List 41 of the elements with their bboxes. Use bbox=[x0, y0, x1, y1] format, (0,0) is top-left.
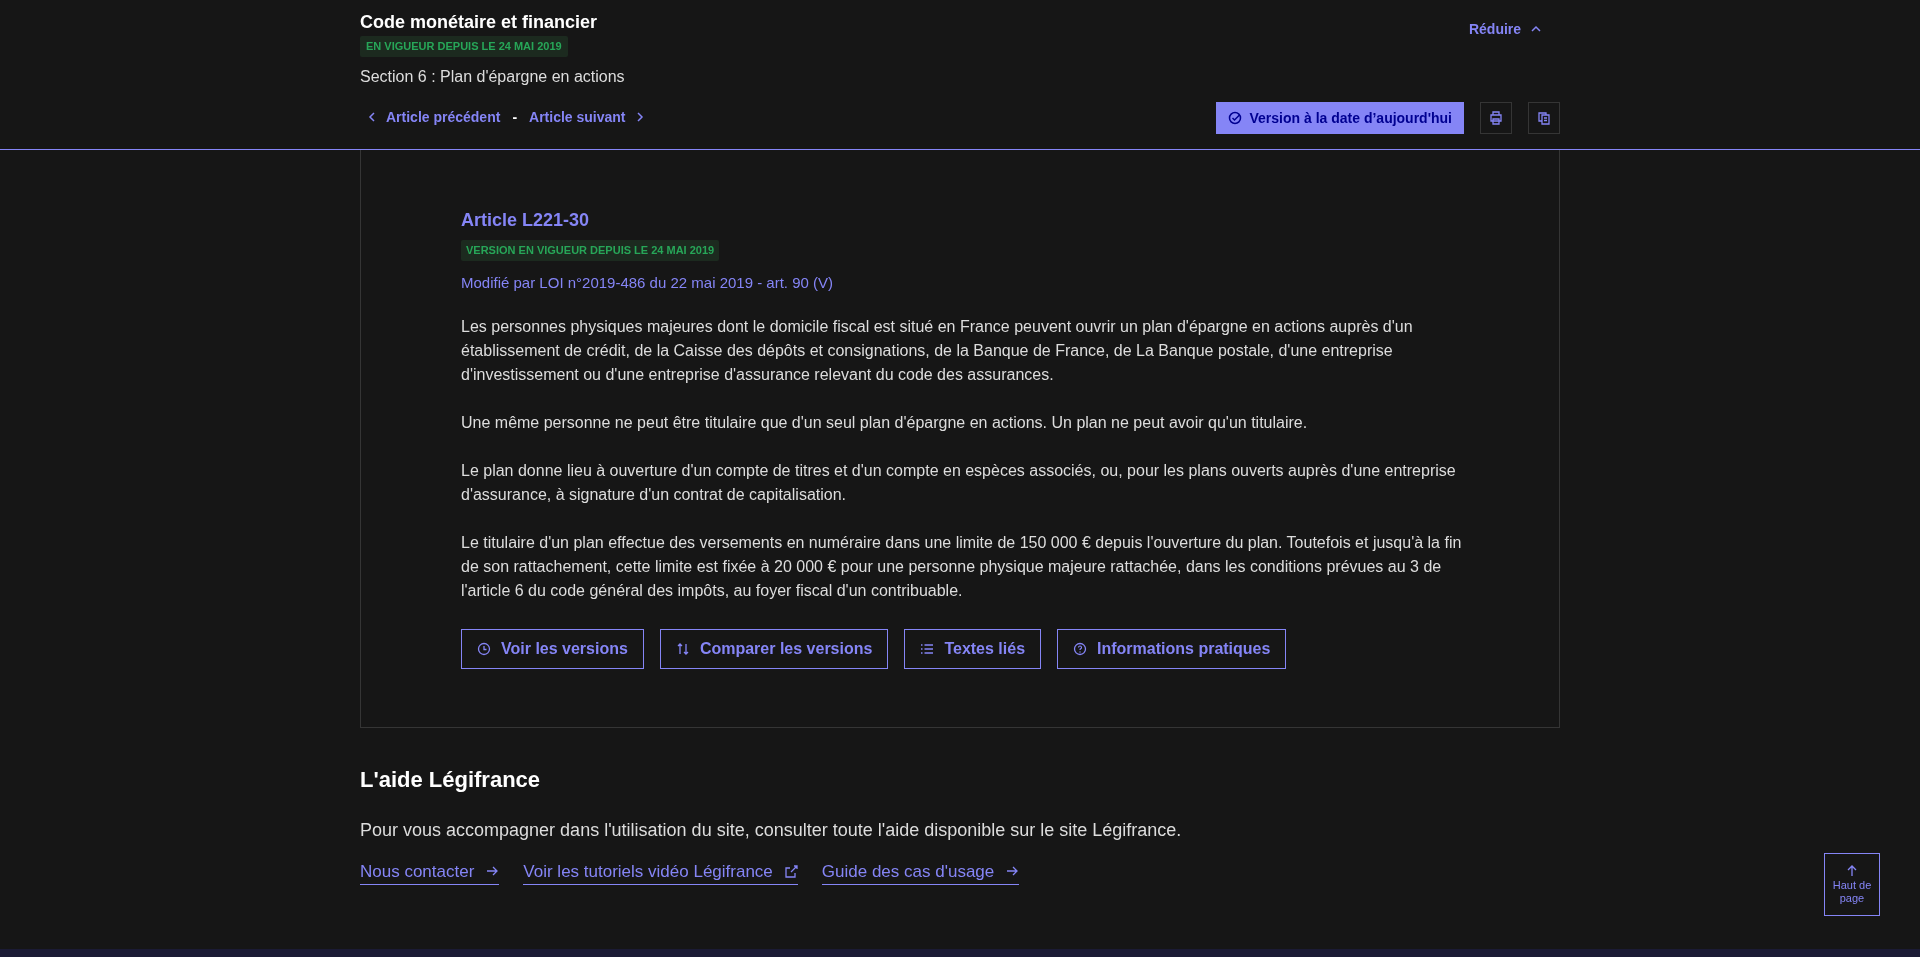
arrow-up-icon bbox=[1847, 864, 1857, 877]
print-button[interactable] bbox=[1480, 102, 1512, 134]
copy-icon bbox=[1537, 111, 1551, 125]
amending-law-link[interactable]: Modifié par LOI n°2019-486 du 22 mai 2019 - art. 90 (V) bbox=[461, 270, 834, 295]
check-circle-icon bbox=[1227, 111, 1242, 125]
article-paragraph: Le titulaire d'un plan effectue des versements en numéraire dans une limite de 150 000 € depuis l'ouverture du plan. Toutefois et jusqu'à la fin de son rattachement, cette limite est fixée à 20 000 € pour une personne physique majeure rattachée, dans les conditions prévues au 3 de l'article 6 du code général des impôts, au foyer fiscal d'un contribuable. bbox=[461, 532, 1463, 601]
article-paragraph: Le plan donne lieu à ouverture d'un compte de titres et d'un compte en espèces associés, ou, pour les plans ouverts auprès d'une entreprise d'assurance, à signature d'un contrat de capitalisation. bbox=[461, 460, 1457, 505]
chevron-up-icon bbox=[1531, 25, 1542, 33]
status-badge: EN VIGUEUR DEPUIS LE 24 MAI 2019 bbox=[360, 36, 568, 57]
printer-icon bbox=[1489, 111, 1503, 125]
status-badge: VERSION EN VIGUEUR DEPUIS LE 24 MAI 2019 bbox=[461, 240, 720, 261]
help-link[interactable]: Guide des cas d'usage bbox=[821, 859, 1020, 885]
chevron-left-icon bbox=[368, 112, 376, 122]
chevron-right-icon bbox=[635, 112, 644, 122]
back-to-top-button[interactable]: Haut de page bbox=[1824, 853, 1880, 916]
arrow-right-icon bbox=[486, 865, 500, 878]
next-article-link[interactable]: Article suivant bbox=[529, 106, 644, 128]
previous-article-link[interactable]: Article précédent bbox=[360, 106, 501, 128]
article-action-button[interactable]: Voir les versions bbox=[461, 628, 644, 669]
separator: - bbox=[511, 107, 519, 127]
article-paragraph: Une même personne ne peut être titulaire que d'un seul plan d'épargne en actions. Un plan ne peut avoir qu'un titulaire. bbox=[461, 412, 1309, 433]
clock-icon bbox=[477, 641, 491, 656]
list-icon bbox=[920, 641, 935, 656]
copy-button[interactable] bbox=[1528, 102, 1560, 134]
article-action-button[interactable]: Comparer les versions bbox=[659, 628, 889, 669]
help-text: Pour vous accompagner dans l'utilisation du site, consulter toute l'aide disponible sur le site Légifrance. bbox=[360, 818, 1183, 842]
code-title: Code monétaire et financier bbox=[360, 11, 598, 34]
article-paragraph: Les personnes physiques majeures dont le domicile fiscal est situé en France peuvent ouvrir un plan d'épargne en actions auprès d'un établissement de crédit, de la Caisse des dépôts et consignations, de la Banque de France, de La Banque postale, d'une entreprise d'investissement ou d'une entreprise d'assurance relevant du code des assurances. bbox=[461, 316, 1414, 385]
collapse-button[interactable]: Réduire bbox=[1460, 14, 1550, 44]
question-circle-icon bbox=[1073, 641, 1088, 656]
help-title: L'aide Légifrance bbox=[360, 765, 542, 794]
article-title: Article L221-30 bbox=[461, 209, 591, 232]
section-title: Section 6 : Plan d'épargne en actions bbox=[360, 66, 625, 87]
external-link-icon bbox=[784, 865, 798, 878]
arrow-right-icon bbox=[1006, 865, 1020, 878]
help-link[interactable]: Nous contacter bbox=[360, 859, 500, 885]
swap-arrows-icon bbox=[675, 641, 690, 656]
help-link[interactable]: Voir les tutoriels vidéo Légifrance bbox=[523, 859, 798, 885]
article-action-button[interactable]: Informations pratiques bbox=[1057, 628, 1287, 669]
article-action-button[interactable]: Textes liés bbox=[904, 628, 1042, 669]
today-version-button[interactable]: Version à la date d’aujourd'hui bbox=[1215, 102, 1464, 134]
